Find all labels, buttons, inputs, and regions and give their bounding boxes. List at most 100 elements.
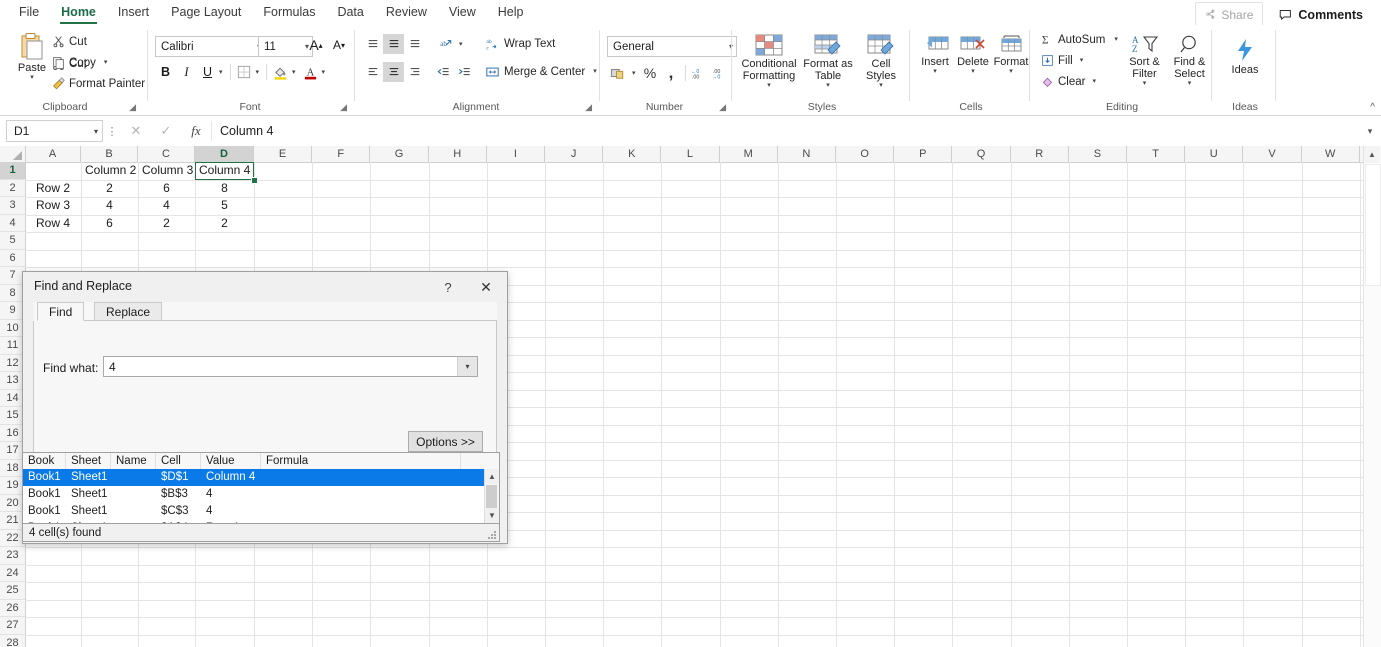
results-row[interactable]: Book1 Sheet1 $C$3 4 bbox=[23, 503, 485, 520]
chevron-down-icon[interactable]: ▾ bbox=[104, 59, 108, 66]
column-header-L[interactable]: L bbox=[661, 146, 720, 162]
chevron-up-icon[interactable]: ▲ bbox=[485, 469, 499, 484]
cell-D4[interactable]: 2 bbox=[195, 215, 254, 233]
chevron-down-icon[interactable]: ▾ bbox=[826, 82, 830, 89]
ribbon-tab-file[interactable]: File bbox=[8, 0, 50, 25]
cell-C1[interactable]: Column 3 bbox=[138, 162, 195, 180]
ribbon-tab-insert[interactable]: Insert bbox=[107, 0, 160, 25]
autosum-button[interactable]: Σ AutoSum ▾ bbox=[1038, 30, 1121, 49]
column-header-U[interactable]: U bbox=[1185, 146, 1244, 162]
chevron-down-icon[interactable]: ▾ bbox=[1143, 80, 1147, 87]
column-header-V[interactable]: V bbox=[1243, 146, 1302, 162]
row-header-5[interactable]: 5 bbox=[0, 232, 25, 250]
column-header-F[interactable]: F bbox=[312, 146, 371, 162]
check-icon[interactable]: ✓ bbox=[151, 123, 181, 139]
increase-decimal-button[interactable]: ←0 .00 bbox=[689, 63, 710, 83]
conditional-formatting-button[interactable]: Conditional Formatting ▾ bbox=[738, 29, 800, 89]
format-as-table-button[interactable]: Format as Table ▾ bbox=[800, 29, 856, 89]
column-header-G[interactable]: G bbox=[370, 146, 429, 162]
cell-C2[interactable]: 6 bbox=[138, 180, 195, 198]
find-select-button[interactable]: Find & Select ▾ bbox=[1167, 29, 1212, 87]
expand-formula-bar-button[interactable]: ▾ bbox=[1359, 126, 1381, 137]
collapse-ribbon-button[interactable]: ^ bbox=[1370, 102, 1375, 113]
cut-row[interactable]: Cut bbox=[49, 32, 90, 51]
align-center-button[interactable] bbox=[383, 62, 404, 82]
cell-C3[interactable]: 4 bbox=[138, 197, 195, 215]
column-header-W[interactable]: W bbox=[1302, 146, 1360, 162]
ribbon-tab-home[interactable]: Home bbox=[50, 0, 107, 25]
scroll-up-icon[interactable]: ▲ bbox=[1364, 146, 1380, 163]
chevron-down-icon[interactable]: ▾ bbox=[632, 70, 636, 77]
alignment-dialog-launcher-icon[interactable]: ◢ bbox=[585, 102, 592, 113]
row-header-26[interactable]: 26 bbox=[0, 600, 25, 617]
italic-button[interactable]: I bbox=[176, 62, 197, 82]
row-header-2[interactable]: 2 bbox=[0, 180, 25, 197]
chevron-down-icon[interactable]: ▾ bbox=[1009, 68, 1013, 75]
column-header-P[interactable]: P bbox=[894, 146, 953, 162]
chevron-down-icon[interactable]: ▾ bbox=[256, 69, 260, 76]
cell-B4[interactable]: 6 bbox=[81, 215, 138, 233]
row-header-25[interactable]: 25 bbox=[0, 582, 25, 600]
results-column-header-name[interactable]: Name bbox=[111, 453, 156, 469]
align-left-button[interactable] bbox=[362, 62, 383, 82]
decrease-font-size-button[interactable]: A ▾ bbox=[329, 35, 349, 55]
column-header-I[interactable]: I bbox=[487, 146, 545, 162]
merge-center-button[interactable]: Merge & Center ▾ bbox=[482, 62, 600, 81]
results-row[interactable]: Book1Sheet1 $A$4Row 4 bbox=[23, 520, 485, 523]
column-header-Q[interactable]: Q bbox=[952, 146, 1011, 162]
name-box[interactable]: D1 ▾ bbox=[6, 120, 103, 142]
align-right-button[interactable] bbox=[404, 62, 425, 82]
column-header-H[interactable]: H bbox=[429, 146, 487, 162]
tab-replace[interactable]: Replace bbox=[94, 302, 163, 321]
cancel-icon[interactable]: ✕ bbox=[121, 123, 151, 139]
increase-indent-button[interactable] bbox=[454, 62, 475, 82]
decrease-indent-button[interactable] bbox=[433, 62, 454, 82]
results-column-header-value[interactable]: Value bbox=[201, 453, 261, 469]
format-cells-button[interactable]: Format ▾ bbox=[992, 29, 1030, 75]
results-column-header-sheet[interactable]: Sheet bbox=[66, 453, 111, 469]
cell-A3[interactable]: Row 3 bbox=[25, 197, 81, 215]
number-dialog-launcher-icon[interactable]: ◢ bbox=[719, 102, 726, 113]
vertical-scrollbar[interactable]: ▲ bbox=[1363, 146, 1381, 647]
ribbon-tab-page-layout[interactable]: Page Layout bbox=[160, 0, 252, 25]
chevron-down-icon[interactable]: ▼ bbox=[485, 508, 499, 523]
column-header-E[interactable]: E bbox=[254, 146, 313, 162]
help-question-icon[interactable]: ? bbox=[437, 277, 459, 297]
cell-D3[interactable]: 5 bbox=[195, 197, 254, 215]
column-header-M[interactable]: M bbox=[720, 146, 778, 162]
results-scrollbar[interactable]: ▲ ▼ bbox=[484, 469, 499, 523]
cell-B3[interactable]: 4 bbox=[81, 197, 138, 215]
sort-filter-button[interactable]: A Z Sort & Filter ▾ bbox=[1122, 29, 1167, 87]
chevron-down-icon[interactable]: ▾ bbox=[459, 41, 463, 48]
fill-color-button[interactable] bbox=[270, 62, 291, 82]
chevron-down-icon[interactable]: ▾ bbox=[1080, 57, 1084, 64]
ribbon-tab-view[interactable]: View bbox=[438, 0, 487, 25]
decrease-decimal-button[interactable]: .00 →0 bbox=[710, 63, 731, 83]
column-header-J[interactable]: J bbox=[545, 146, 604, 162]
font-color-button[interactable]: A bbox=[300, 62, 321, 82]
ribbon-tab-data[interactable]: Data bbox=[326, 0, 374, 25]
row-header-28[interactable]: 28 bbox=[0, 635, 25, 647]
row-header-24[interactable]: 24 bbox=[0, 565, 25, 582]
comma-style-button[interactable]: , bbox=[661, 63, 682, 83]
chevron-down-icon[interactable]: ▾ bbox=[593, 68, 597, 75]
cell-D2[interactable]: 8 bbox=[195, 180, 254, 198]
delete-cells-button[interactable]: Delete ▾ bbox=[954, 29, 992, 75]
chevron-down-icon[interactable]: ▾ bbox=[219, 69, 223, 76]
resize-grip-icon[interactable] bbox=[486, 529, 497, 540]
accounting-format-button[interactable] bbox=[607, 63, 628, 83]
align-middle-button[interactable] bbox=[383, 34, 404, 54]
ideas-button[interactable]: Ideas bbox=[1219, 33, 1271, 76]
clipboard-dialog-launcher-icon[interactable]: ◢ bbox=[129, 102, 136, 113]
share-button[interactable]: Share bbox=[1195, 2, 1264, 27]
column-header-N[interactable]: N bbox=[778, 146, 836, 162]
increase-font-size-button[interactable]: A ▴ bbox=[306, 35, 326, 55]
chevron-down-icon[interactable]: ▾ bbox=[30, 74, 34, 81]
number-format-combo[interactable]: General ▾ bbox=[607, 36, 737, 57]
results-row[interactable]: Book1 Sheet1 $D$1 Column 4 bbox=[23, 469, 485, 486]
borders-button[interactable] bbox=[234, 62, 255, 82]
wrap-text-button[interactable]: ab c Wrap Text bbox=[482, 34, 558, 53]
font-dialog-launcher-icon[interactable]: ◢ bbox=[340, 102, 347, 113]
column-header-B[interactable]: B bbox=[81, 146, 138, 162]
underline-button[interactable]: U bbox=[197, 62, 218, 82]
